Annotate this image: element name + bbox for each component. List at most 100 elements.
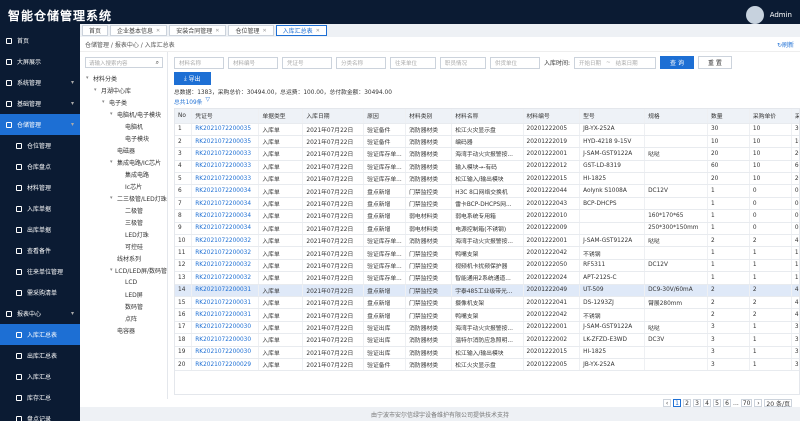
sidebar-item[interactable]: 材料管理 [0, 177, 80, 198]
sidebar-item[interactable]: 入库汇总 [0, 366, 80, 387]
tree-toggle-icon[interactable]: ▾ [86, 75, 93, 81]
table-row[interactable]: 3 RK2021072200033 入库单 2021年07月22日 验证库存单... 消防… [175, 147, 799, 161]
filter-input[interactable]: 往来单位 [390, 56, 436, 69]
filter-icon[interactable]: ▽ [205, 97, 209, 106]
page-button[interactable]: 3 [693, 399, 702, 407]
page-button[interactable]: 4 [703, 399, 712, 407]
column-header[interactable]: 凭证号 [191, 109, 260, 124]
table-row[interactable]: 15 RK2021072200031 入库单 2021年07月22日 盘点新增 门禁监控类… [175, 296, 799, 310]
filter-input[interactable]: 材料名称 [174, 56, 224, 69]
close-icon[interactable]: ✕ [262, 28, 266, 34]
table-row[interactable]: 18 RK2021072200030 入库单 2021年07月22日 验证出库 消防器材类… [175, 333, 799, 347]
table-row[interactable]: 9 RK2021072200034 入库单 2021年07月22日 盘点新增 弱电材料类电… [175, 222, 799, 236]
column-header[interactable]: 数量 [707, 109, 750, 124]
column-header[interactable]: 采购 [791, 109, 799, 124]
table-row[interactable]: 11 RK2021072200032 入库单 2021年07月22日 验证库存单... 门… [175, 246, 799, 260]
voucher-link[interactable]: RK2021072200030 [191, 321, 260, 335]
voucher-link[interactable]: RK2021072200030 [191, 333, 260, 347]
page-button[interactable]: 6 [723, 399, 732, 407]
column-header[interactable]: 入库日期 [302, 109, 365, 124]
close-icon[interactable]: ✕ [316, 28, 320, 34]
voucher-link[interactable]: RK2021072200034 [191, 184, 260, 198]
tree-node[interactable]: LCD [80, 276, 167, 288]
tree-node[interactable]: 可控硅 [80, 240, 167, 252]
filter-input[interactable]: 材料编号 [228, 56, 278, 69]
tab-item[interactable]: 安装合同管理 ✕ [169, 25, 227, 36]
voucher-link[interactable]: RK2021072200033 [191, 147, 260, 161]
filter-input[interactable]: 分类名称 [336, 56, 386, 69]
tree-node[interactable]: 电子模块 [80, 132, 167, 144]
sidebar-item[interactable]: 入库汇总表 [0, 324, 80, 345]
tab-item[interactable]: 企业基本信息 ✕ [110, 25, 168, 36]
tree-search-input[interactable]: 请输入搜索内容 ⌕ [85, 57, 163, 68]
prev-page-icon[interactable]: ‹ [663, 399, 672, 407]
voucher-link[interactable]: RK2021072200029 [191, 358, 260, 372]
filter-input[interactable]: 凭证号 [282, 56, 332, 69]
sidebar-item[interactable]: 基础管理 ▾ [0, 93, 80, 114]
user-menu[interactable]: Admin [745, 6, 792, 24]
refresh-button[interactable]: ↻刷新 [777, 40, 794, 49]
tree-node[interactable]: 电容器 [80, 324, 167, 336]
tree-node[interactable]: ▾ 电脑机/电子模块 [80, 108, 167, 120]
table-row[interactable]: 7 RK2021072200034 入库单 2021年07月22日 盘点新增 门禁监控类雷… [175, 197, 799, 211]
sidebar-item[interactable]: 出库汇总表 [0, 345, 80, 366]
table-row[interactable]: 12 RK2021072200032 入库单 2021年07月22日 验证库存单... 门… [175, 259, 799, 273]
page-button[interactable]: 70 [740, 399, 753, 407]
column-header[interactable]: 材料名称 [451, 109, 524, 124]
sidebar-item[interactable]: 盘点记录 [0, 408, 80, 421]
tree-node[interactable]: 线材系列 [80, 252, 167, 264]
tab-item[interactable]: 首页 [82, 25, 109, 36]
table-row[interactable]: 1 RK2021072200035 入库单 2021年07月22日 验证备件 消防器材类松… [175, 123, 799, 136]
voucher-link[interactable]: RK2021072200033 [191, 160, 260, 174]
tree-toggle-icon[interactable]: ▾ [110, 195, 117, 201]
voucher-link[interactable]: RK2021072200034 [191, 197, 260, 211]
export-button[interactable]: ⤓ 导出 [174, 72, 211, 85]
sidebar-item[interactable]: 查看备件 [0, 240, 80, 261]
column-header[interactable]: 单据类型 [258, 109, 304, 124]
table-row[interactable]: 10 RK2021072200032 入库单 2021年07月22日 验证库存单... 消… [175, 234, 799, 248]
table-row[interactable]: 17 RK2021072200030 入库单 2021年07月22日 验证出库 消防器材类… [175, 321, 799, 335]
sidebar-item[interactable]: 仓位管理 [0, 135, 80, 156]
sidebar-item[interactable]: 需采购清单 [0, 282, 80, 303]
tree-node[interactable]: 点阵 [80, 312, 167, 324]
tree-node[interactable]: ▾ 电子类 [80, 96, 167, 108]
next-page-icon[interactable]: › [754, 399, 763, 407]
column-header[interactable]: No [175, 109, 193, 124]
filter-input[interactable]: 供货单位 [490, 56, 540, 69]
voucher-link[interactable]: RK2021072200035 [191, 123, 260, 136]
tree-node[interactable]: 电磁器 [80, 144, 167, 156]
table-row[interactable]: 13 RK2021072200032 入库单 2021年07月22日 验证库存单... 门… [175, 271, 799, 285]
column-header[interactable]: 型号 [579, 109, 646, 124]
table-row[interactable]: 2 RK2021072200035 入库单 2021年07月22日 验证备件 消防器材类编… [175, 135, 799, 149]
table-row[interactable]: 16 RK2021072200031 入库单 2021年07月22日 盘点新增 门禁监控类… [175, 308, 799, 322]
voucher-link[interactable]: RK2021072200032 [191, 271, 260, 285]
column-header[interactable]: 材料编号 [523, 109, 581, 124]
tree-node[interactable]: ▾ 材料分类 [80, 72, 167, 84]
voucher-link[interactable]: RK2021072200034 [191, 209, 260, 223]
user-name[interactable]: Admin [770, 11, 792, 19]
table-row[interactable]: 20 RK2021072200029 入库单 2021年07月22日 验证备件 消防器材类… [175, 358, 799, 372]
voucher-link[interactable]: RK2021072200030 [191, 346, 260, 359]
voucher-link[interactable]: RK2021072200031 [191, 296, 260, 310]
voucher-link[interactable]: RK2021072200035 [191, 135, 260, 149]
filter-input[interactable]: 职员情况 [440, 56, 486, 69]
voucher-link[interactable]: RK2021072200031 [191, 308, 260, 322]
search-button[interactable]: 查 询 [660, 56, 694, 69]
tab-item[interactable]: 入库汇总表 ✕ [275, 25, 327, 36]
sidebar-item[interactable]: 首页 [0, 30, 80, 51]
sidebar-item[interactable]: 出库单据 [0, 219, 80, 240]
sidebar-item[interactable]: 仓储管理 ▾ [0, 114, 80, 135]
column-header[interactable]: 采购单价 [749, 109, 792, 124]
reset-button[interactable]: 重 置 [697, 56, 732, 69]
page-size-select[interactable]: 20 条/页 [764, 399, 792, 408]
tree-node[interactable]: 集成电路 [80, 168, 167, 180]
page-button[interactable]: 1 [673, 399, 682, 407]
voucher-link[interactable]: RK2021072200034 [191, 222, 260, 236]
tree-node[interactable]: LED灯珠 [80, 228, 167, 240]
page-button[interactable]: 5 [713, 399, 722, 407]
sidebar-item[interactable]: 系统管理 ▾ [0, 72, 80, 93]
table-row[interactable]: 6 RK2021072200034 入库单 2021年07月22日 盘点新增 门禁监控类 H… [175, 184, 799, 198]
table-row[interactable]: 19 RK2021072200030 入库单 2021年07月22日 验证出库 消防器材类… [175, 346, 799, 359]
table-row[interactable]: 8 RK2021072200034 入库单 2021年07月22日 盘点新增 弱电材料类弱… [175, 209, 799, 223]
sidebar-item[interactable]: 入库单据 [0, 198, 80, 219]
